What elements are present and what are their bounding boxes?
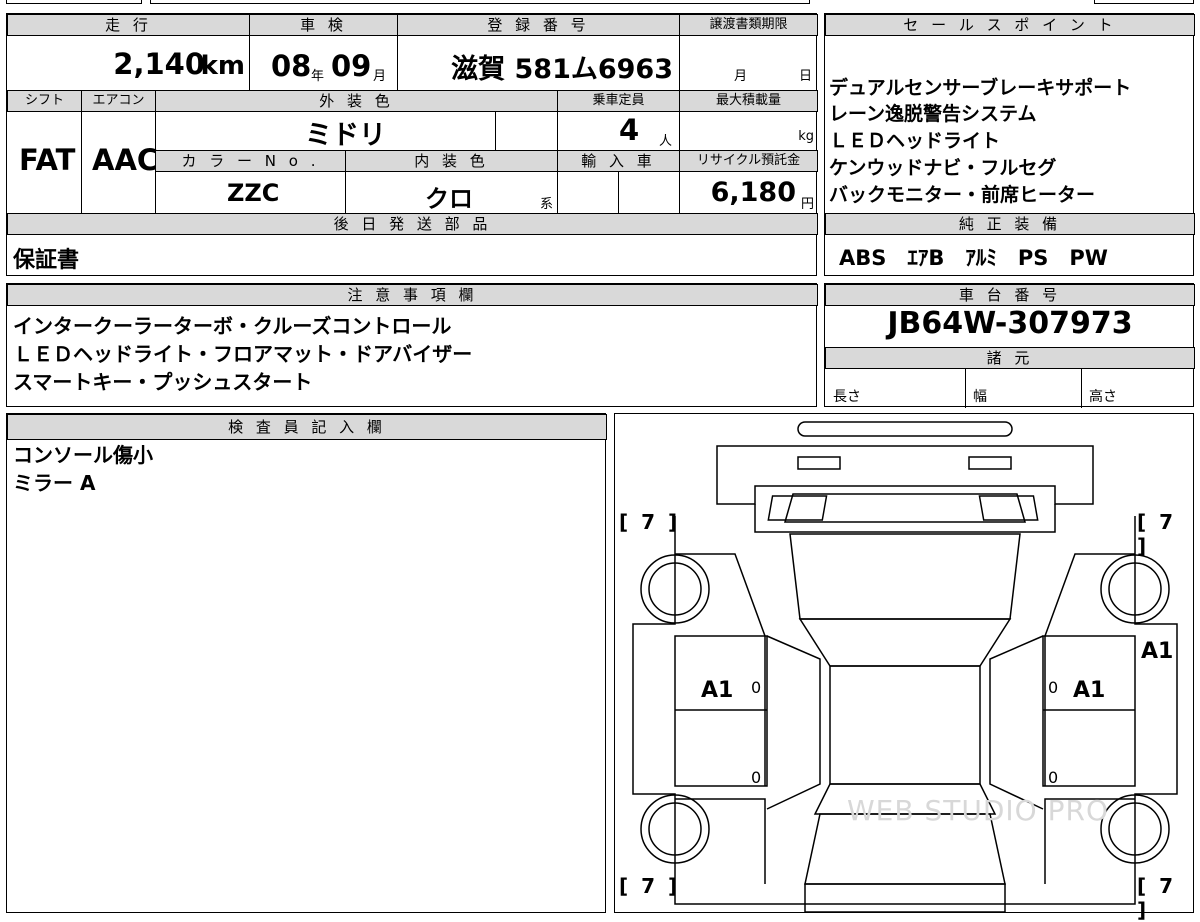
deadline-month-unit: 月	[734, 69, 748, 84]
width-cell: 幅	[965, 368, 1082, 408]
sales-point-3: ＬＥＤヘッドライト	[829, 130, 1001, 152]
header-inspector: 検 査 員 記 入 欄	[7, 414, 607, 440]
transfer-deadline-cell: 月 日	[679, 35, 818, 91]
capacity-unit: 人	[659, 134, 673, 149]
note-line-3: スマートキー・プッシュスタート	[13, 370, 313, 394]
year-unit: 年	[311, 69, 325, 84]
car-diagram	[632, 421, 1178, 913]
header-capacity: 乗車定員	[557, 90, 680, 112]
top-cutoff-cell-2	[150, 0, 810, 4]
bracket-front-right: [ 7 ]	[1137, 510, 1177, 558]
registration-cell: 滋賀 581ム6963	[397, 35, 680, 91]
imported-cell-2	[618, 171, 680, 213]
color-no-cell: ZZC	[155, 171, 346, 213]
sales-points-box: セ ー ル ス ポ イ ン ト デュアルセンサーブレーキサポート レーン逸脱警告…	[824, 13, 1195, 276]
header-specs: 諸 元	[825, 347, 1195, 369]
note-line-1: インタークーラーターボ・クルーズコントロール	[13, 314, 452, 338]
deadline-day-unit: 日	[798, 69, 812, 84]
mileage-unit: km	[200, 51, 245, 81]
shift-cell: FAT	[7, 111, 82, 213]
month-unit: 月	[373, 69, 387, 84]
zero-left-upper: 0	[751, 678, 762, 697]
aircon-value: AAC	[92, 143, 159, 177]
main-info-table: 走 行 車 検 登 録 番 号 譲渡書類期限 2,140 km 08 年 09 …	[6, 13, 818, 276]
header-transfer-deadline: 譲渡書類期限	[679, 14, 818, 36]
capacity-cell: 4 人	[557, 111, 680, 151]
top-cutoff-cell-1	[6, 0, 142, 4]
damage-mark-left-door: A1	[701, 678, 734, 703]
header-genuine-equipment: 純 正 装 備	[825, 213, 1195, 235]
inspection-year: 08	[271, 49, 312, 83]
recycle-fee-value: 6,180	[710, 177, 796, 208]
header-aircon: エアコン	[81, 90, 156, 112]
max-load-unit: kg	[798, 129, 814, 144]
header-chassis-number: 車 台 番 号	[825, 284, 1195, 306]
zero-left-lower: 0	[751, 768, 762, 787]
mileage-value: 2,140	[113, 47, 205, 81]
sales-point-1: デュアルセンサーブレーキサポート	[829, 77, 1132, 99]
header-max-load: 最大積載量	[679, 90, 818, 112]
sales-point-4: ケンウッドナビ・フルセグ	[829, 157, 1057, 179]
recycle-fee-cell: 6,180 円	[679, 171, 818, 213]
color-no-value: ZZC	[227, 179, 280, 207]
header-notes: 注 意 事 項 欄	[7, 284, 818, 306]
watermark: WEB STUDIO PRO	[847, 794, 1109, 827]
later-parts-value: 保証書	[13, 248, 80, 273]
length-cell: 長さ	[825, 368, 966, 408]
aircon-cell: AAC	[81, 111, 159, 213]
height-cell: 高さ	[1081, 368, 1195, 408]
exterior-extra-cell	[495, 111, 558, 151]
interior-suffix: 系	[539, 197, 553, 212]
inspector-note-2: ミラー A	[13, 471, 96, 495]
exterior-color-value: ミドリ	[305, 120, 386, 151]
header-shift: シフト	[7, 90, 82, 112]
damage-mark-right-side: A1	[1141, 639, 1174, 664]
zero-right-upper: 0	[1048, 678, 1059, 697]
height-label: 高さ	[1089, 389, 1117, 405]
max-load-cell: kg	[679, 111, 818, 151]
inspection-month: 09	[331, 49, 372, 83]
sales-point-5: バックモニター・前席ヒーター	[829, 184, 1096, 206]
inspector-note-1: コンソール傷小	[13, 443, 153, 467]
damage-mark-right-door: A1	[1073, 678, 1106, 703]
recycle-unit: 円	[800, 197, 814, 212]
capacity-value: 4	[619, 113, 640, 147]
width-label: 幅	[973, 389, 987, 405]
note-line-2: ＬＥＤヘッドライト・フロアマット・ドアバイザー	[13, 342, 473, 366]
bracket-rear-left: [ 7 ]	[619, 874, 681, 898]
header-sales-points: セ ー ル ス ポ イ ン ト	[825, 14, 1195, 36]
notes-box: 注 意 事 項 欄 インタークーラーターボ・クルーズコントロール ＬＥＤヘッドラ…	[6, 283, 818, 407]
zero-right-lower: 0	[1048, 768, 1059, 787]
registration-value: 滋賀 581ム6963	[451, 54, 673, 85]
chassis-box: 車 台 番 号 JB64W-307973 諸 元 長さ 幅 高さ	[824, 283, 1195, 408]
interior-color-value: クロ	[425, 185, 473, 213]
bracket-front-left: [ 7 ]	[619, 510, 681, 534]
interior-color-cell: クロ 系	[345, 171, 558, 213]
header-imported: 輸 入 車	[557, 150, 680, 172]
inspector-box: 検 査 員 記 入 欄 コンソール傷小 ミラー A	[6, 413, 607, 913]
genuine-equipment-value: ABS ｴｱB ｱﾙﾐ PS PW	[839, 246, 1108, 270]
header-inspection: 車 検	[249, 14, 398, 36]
mileage-cell: 2,140 km	[7, 35, 250, 91]
header-color-no: カ ラ ー N o .	[155, 150, 346, 172]
exterior-color-cell: ミドリ	[155, 111, 496, 151]
sales-point-2: レーン逸脱警告システム	[829, 103, 1037, 125]
header-registration: 登 録 番 号	[397, 14, 680, 36]
shift-value: FAT	[19, 143, 76, 177]
header-interior-color: 内 装 色	[345, 150, 558, 172]
header-later-parts: 後 日 発 送 部 品	[7, 213, 818, 235]
header-mileage: 走 行	[7, 14, 250, 36]
bracket-rear-right: [ 7 ]	[1137, 874, 1177, 922]
imported-cell-1	[557, 171, 619, 213]
top-cutoff-cell-3	[1094, 0, 1194, 4]
header-exterior-color: 外 装 色	[155, 90, 558, 112]
header-recycle-fee: リサイクル預託金	[679, 150, 818, 172]
car-diagram-box: [ 7 ] [ 7 ] [ 7 ] [ 7 ] A1 A1 A1 0 0 0 0…	[614, 413, 1194, 922]
inspection-cell: 08 年 09 月	[249, 35, 398, 91]
length-label: 長さ	[833, 389, 861, 405]
chassis-number-value: JB64W-307973	[887, 306, 1133, 341]
